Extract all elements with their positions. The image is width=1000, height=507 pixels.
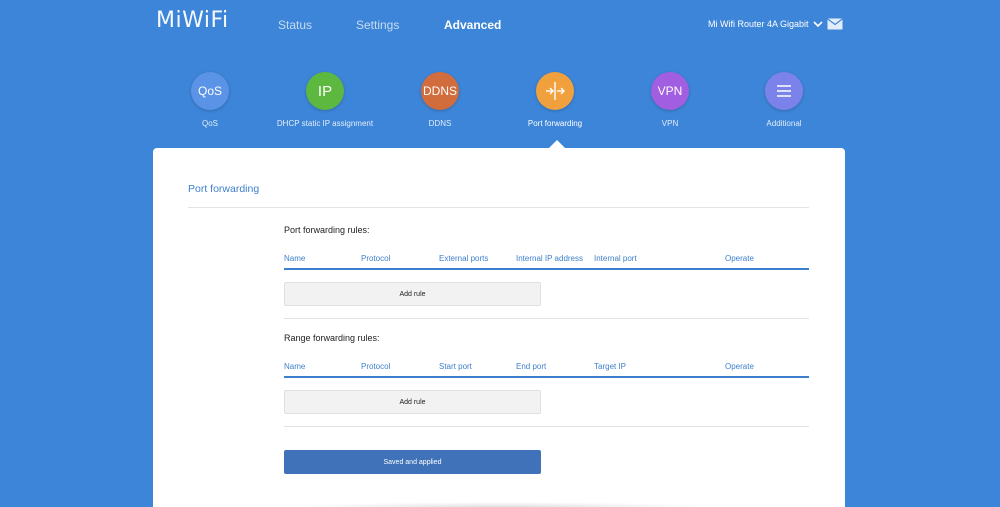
feature-label: DHCP static IP assignment [276,119,374,128]
menu-glyph [777,85,791,97]
ip-icon: IP [306,72,344,110]
title-divider [188,207,809,208]
save-and-apply-button[interactable]: Saved and applied [284,450,541,474]
menu-icon [765,72,803,110]
nav-advanced[interactable]: Advanced [444,18,501,32]
col-start-port: Start port [439,362,472,371]
col-target-ip: Target IP [594,362,627,371]
bottom-shadow [288,502,713,507]
feature-label: Port forwarding [527,119,583,128]
col-operate: Operate [725,254,754,263]
mail-icon[interactable] [827,18,843,30]
feature-label: QoS [201,119,218,128]
miwifi-logo[interactable]: MiWiFi [156,8,229,33]
nav-status[interactable]: Status [278,18,312,32]
feature-label: Additional [766,119,802,128]
router-name: Mi Wifi Router 4A Gigabit [708,19,809,29]
range-rules-header-line [284,376,809,378]
vpn-icon: VPN [651,72,689,110]
chevron-down-icon [812,21,823,28]
feature-additional[interactable]: Additional [719,72,849,128]
nav-settings[interactable]: Settings [356,18,399,32]
feature-port-forwarding[interactable]: Port forwarding [490,72,620,128]
col-name: Name [284,362,306,371]
range-rules-title: Range forwarding rules: [284,333,380,343]
col-name: Name [284,254,306,263]
col-external-ports: External ports [439,254,489,263]
col-protocol: Protocol [361,254,391,263]
col-internal-port: Internal port [594,254,637,263]
port-rules-title: Port forwarding rules: [284,225,370,235]
feature-vpn[interactable]: VPN VPN [605,72,735,128]
col-internal-ip: Internal IP address [516,254,584,263]
col-end-port: End port [516,362,547,371]
feature-ddns[interactable]: DDNS DDNS [375,72,505,128]
section-divider [284,318,809,319]
router-selector[interactable]: Mi Wifi Router 4A Gigabit [708,19,823,29]
qos-icon: QoS [191,72,229,110]
range-rules-headers: Name Protocol Start port End port Target… [284,362,809,376]
add-port-rule-button[interactable]: Add rule [284,282,541,306]
port-forwarding-glyph [546,82,565,100]
port-rules-headers: Name Protocol External ports Internal IP… [284,254,809,268]
feature-qos[interactable]: QoS QoS [145,72,275,128]
feature-label: VPN [661,119,679,128]
add-range-rule-button[interactable]: Add rule [284,390,541,414]
port-rules-header-line [284,268,809,270]
feature-label: DDNS [428,119,452,128]
col-protocol: Protocol [361,362,391,371]
feature-dhcp-static-ip[interactable]: IP DHCP static IP assignment [260,72,390,128]
port-forwarding-panel: Port forwarding Port forwarding rules: N… [153,148,845,507]
ddns-icon: DDNS [421,72,459,110]
panel-title: Port forwarding [188,183,260,195]
top-bar: MiWiFi Status Settings Advanced Mi Wifi … [0,0,1000,50]
port-forwarding-icon [536,72,574,110]
col-operate: Operate [725,362,754,371]
section-divider [284,426,809,427]
